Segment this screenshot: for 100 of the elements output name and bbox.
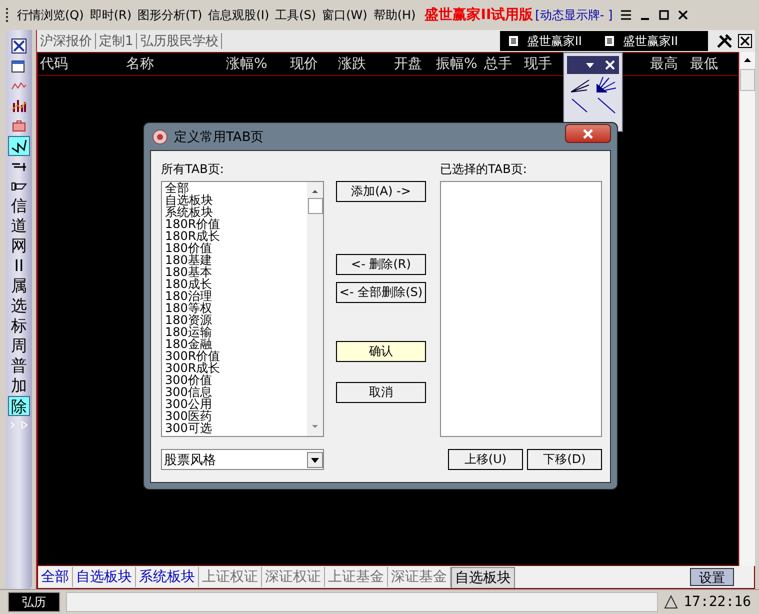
chart-icon (11, 38, 27, 54)
scroll-thumb[interactable] (740, 69, 755, 91)
column-header[interactable]: 开盘 (394, 55, 422, 73)
toolbar-button[interactable]: 普 (8, 356, 30, 376)
list-item[interactable]: 180价值 (165, 242, 307, 254)
list-item[interactable]: 系统板块 (165, 206, 307, 218)
dialog-button[interactable]: <- 删除(R) (336, 254, 426, 275)
move-button[interactable]: 上移(U) (448, 449, 523, 470)
toolbar-button[interactable] (8, 136, 30, 156)
app-icon (152, 128, 168, 144)
list-item[interactable]: 300公用 (165, 398, 307, 410)
view-tab[interactable]: 弘历股民学校 (137, 32, 222, 50)
wave-icon (11, 81, 27, 91)
dialog-button[interactable]: 确认 (336, 341, 426, 362)
menu-icon[interactable] (620, 9, 632, 21)
list-item[interactable]: 180R成长 (165, 230, 307, 242)
clock-time: 17:22:16 (684, 594, 751, 610)
menu-item[interactable]: 窗口(W) (319, 6, 370, 24)
tools-icon[interactable] (716, 33, 734, 49)
settings-button[interactable]: 设置 (690, 568, 734, 586)
toolbar-button[interactable]: 道 (8, 216, 30, 236)
category-dropdown[interactable]: 股票风格 (161, 449, 324, 470)
board-tab[interactable]: 系统板块 (136, 567, 199, 587)
close-icon[interactable] (676, 9, 689, 21)
board-tab[interactable]: 上证基金 (325, 567, 388, 587)
column-header[interactable]: 涨幅% (226, 55, 268, 73)
list-item[interactable]: 300价值 (165, 374, 307, 386)
list-item[interactable]: 300R价值 (165, 350, 307, 362)
column-header[interactable]: 涨跌 (338, 55, 366, 73)
list-item[interactable]: 180R价值 (165, 218, 307, 230)
menu-item[interactable]: 帮助(H) (370, 6, 419, 24)
board-tab[interactable]: 自选板块 (451, 566, 515, 588)
toolbar-button[interactable]: 属 (8, 276, 30, 296)
dialog-button[interactable]: 取消 (336, 382, 426, 403)
list-item[interactable]: 180治理 (165, 290, 307, 302)
document-icon (508, 35, 519, 47)
toolbar-button[interactable]: II (8, 256, 30, 276)
list-label: 所有TAB页: (161, 161, 225, 178)
app-title: 盛世赢家II试用版 (424, 6, 534, 24)
column-header[interactable]: 现手 (524, 55, 552, 73)
menu-item[interactable]: 即时(R) (86, 6, 135, 24)
fan-lines-icon[interactable] (595, 76, 617, 94)
list-item[interactable]: 180基建 (165, 254, 307, 266)
close-icon[interactable] (738, 34, 752, 48)
board-tab[interactable]: 上证权证 (199, 567, 262, 587)
line-chart-icon (11, 138, 27, 154)
dialog-title: 定义常用TAB页 (174, 128, 264, 146)
board-tab[interactable]: 深证权证 (262, 567, 325, 587)
list-item[interactable]: 180成长 (165, 278, 307, 290)
close-icon (582, 128, 594, 138)
pointer-icon (11, 181, 27, 191)
view-tab[interactable]: 定制1 (96, 32, 136, 50)
dialog-button[interactable]: <- 全部删除(S) (336, 282, 426, 303)
menu-item[interactable]: 工具(S) (272, 6, 320, 24)
list-item[interactable]: 自选板块 (165, 194, 307, 206)
board-tab[interactable]: 全部 (38, 567, 73, 587)
window-tab[interactable]: 盛世赢家II (604, 32, 678, 50)
toolbar-button[interactable]: 除 (8, 396, 30, 416)
scroll-thumb[interactable] (308, 198, 322, 214)
list-item[interactable]: 300R成长 (165, 362, 307, 374)
ticker-text: [动态显示牌- ] (535, 6, 613, 24)
column-header[interactable]: 代码 (40, 55, 68, 73)
column-header[interactable]: 最低 (690, 55, 718, 73)
column-header[interactable]: 名称 (126, 55, 154, 73)
menu-item[interactable]: 行情浏览(Q) (14, 6, 87, 24)
window-icon (11, 58, 27, 74)
dialog-button[interactable]: 添加(A) -> (336, 181, 426, 202)
window-tab[interactable]: 盛世赢家II (508, 32, 582, 50)
bar-chart-icon (11, 98, 27, 114)
list-item[interactable]: 180金融 (165, 338, 307, 350)
toolbar-button[interactable]: 选 (8, 296, 30, 316)
menu-item[interactable]: 信息观股(I) (205, 6, 272, 24)
view-tab[interactable]: 沪深报价 (37, 32, 95, 50)
dropdown-icon[interactable] (585, 61, 595, 69)
menu-item[interactable]: 图形分析(T) (134, 6, 206, 24)
list-item[interactable]: 180基本 (165, 266, 307, 278)
column-header[interactable]: 最高 (650, 55, 678, 73)
briefcase-icon (12, 120, 26, 132)
move-button[interactable]: 下移(D) (527, 449, 602, 470)
dropdown-icon (307, 452, 323, 468)
list-item[interactable]: 全部 (165, 182, 307, 194)
list-item[interactable]: 180资源 (165, 314, 307, 326)
maximize-icon[interactable] (658, 9, 670, 21)
line-icon[interactable] (595, 96, 617, 114)
board-tab[interactable]: 自选板块 (73, 567, 136, 587)
grip-handle[interactable] (6, 8, 10, 22)
list-item[interactable]: 180等权 (165, 302, 307, 314)
toolbar-button[interactable]: 信 (8, 196, 30, 216)
column-header[interactable]: 总手 (484, 55, 512, 73)
list-item[interactable]: 300信息 (165, 386, 307, 398)
toolbar-button[interactable]: 网 (8, 236, 30, 256)
list-item[interactable]: 300可选 (165, 422, 307, 434)
column-header[interactable]: 现价 (290, 55, 318, 73)
toolbar-button[interactable]: 标 (8, 316, 30, 336)
list-item[interactable]: 180运输 (165, 326, 307, 338)
toolbar-button[interactable]: 周 (8, 336, 30, 356)
list-item[interactable]: 300医药 (165, 410, 307, 422)
toolbar-button[interactable]: 加 (8, 376, 30, 396)
column-header[interactable]: 振幅% (436, 55, 478, 73)
close-button[interactable] (565, 124, 611, 143)
